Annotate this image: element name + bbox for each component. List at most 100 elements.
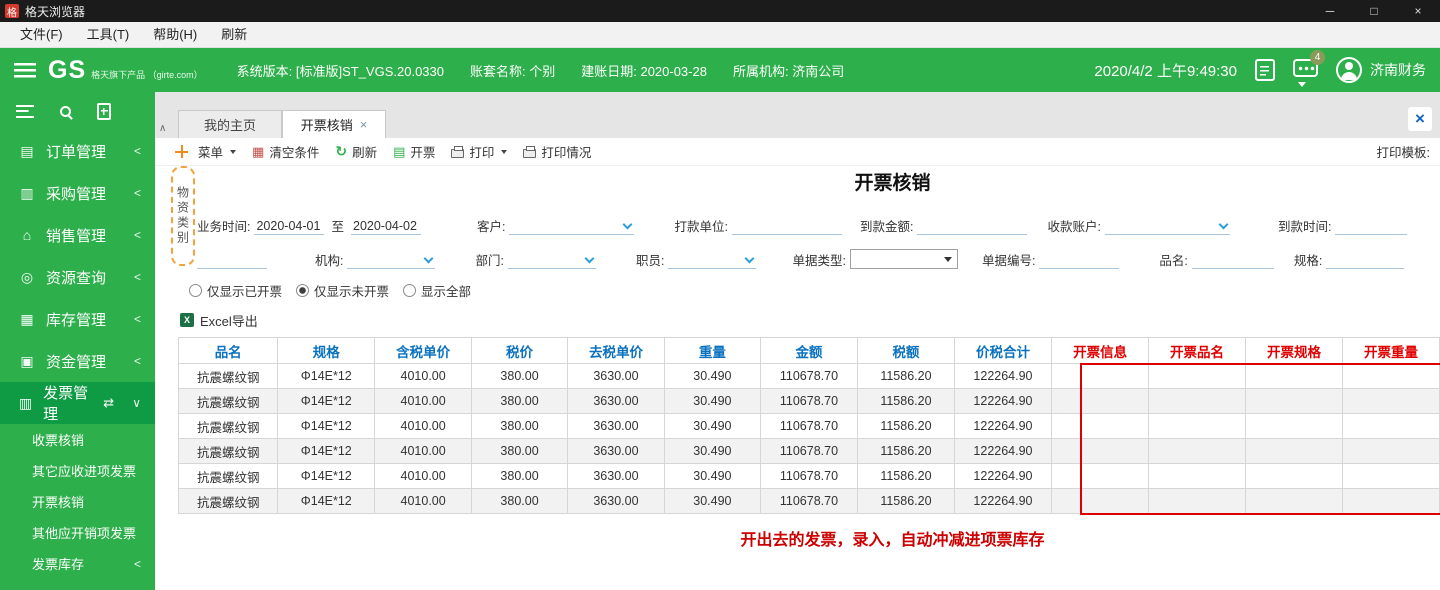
- sidebar-subitem-other-input-invoice[interactable]: 其它应收进项发票: [0, 455, 155, 486]
- window-title: 格天浏览器: [25, 4, 86, 19]
- tab-invoice-writeoff[interactable]: 开票核销 ×: [282, 110, 386, 138]
- scroll-up-icon[interactable]: ∧: [159, 123, 166, 134]
- account-dropdown[interactable]: [1104, 217, 1230, 235]
- table-cell: 3630.00: [566, 363, 665, 389]
- form-notes-icon[interactable]: [1255, 59, 1275, 81]
- print-button[interactable]: 打印: [451, 142, 508, 161]
- radio-show-invoiced[interactable]: 仅显示已开票: [189, 281, 282, 300]
- dept-dropdown[interactable]: [507, 251, 596, 269]
- minimize-button[interactable]: ─: [1308, 0, 1352, 22]
- table-cell: 3630.00: [566, 463, 665, 489]
- tab-home[interactable]: 我的主页: [178, 110, 282, 138]
- table-cell: 380.00: [471, 388, 568, 414]
- doc-type-select[interactable]: [849, 249, 958, 269]
- doc-no-input[interactable]: [1039, 251, 1120, 269]
- material-category-input[interactable]: [197, 251, 267, 269]
- table-row[interactable]: 抗震螺纹钢 Φ14E*12 4010.00 380.00 3630.00 30.490 11…: [177, 388, 1440, 414]
- column-header-5[interactable]: 去税单价: [566, 337, 665, 364]
- sidebar-subitem-other-output-invoice[interactable]: 其他应开销项发票: [0, 517, 155, 548]
- sidebar-item-label: 资金管理: [46, 353, 107, 371]
- column-header-13[interactable]: 开票重量: [1341, 337, 1440, 364]
- sidebar-item-inventory[interactable]: ▦ 库存管理 <: [0, 298, 155, 340]
- customer-dropdown[interactable]: [509, 217, 635, 235]
- tab-close-icon[interactable]: ×: [360, 117, 368, 132]
- radio-show-all[interactable]: 显示全部: [403, 281, 471, 300]
- new-document-icon[interactable]: [97, 102, 111, 120]
- sidebar-item-sales[interactable]: ⌂ 销售管理 <: [0, 214, 155, 256]
- sidebar-item-resources[interactable]: ◎ 资源查询 <: [0, 256, 155, 298]
- payer-input[interactable]: [731, 217, 842, 235]
- column-header-10[interactable]: 开票信息: [1051, 337, 1150, 364]
- sidebar-item-funds[interactable]: ▣ 资金管理 <: [0, 340, 155, 382]
- table-row[interactable]: 抗震螺纹钢 Φ14E*12 4010.00 380.00 3630.00 30.490 11…: [177, 413, 1440, 439]
- radio-show-uninvoiced[interactable]: 仅显示未开票: [296, 281, 389, 300]
- create-invoice-label: 开票: [410, 146, 436, 160]
- column-header-1[interactable]: 品名: [177, 337, 279, 364]
- close-window-button[interactable]: ×: [1396, 0, 1440, 22]
- column-header-8[interactable]: 税额: [857, 337, 955, 364]
- table-cell: 122264.90: [953, 413, 1053, 439]
- business-time-to-input[interactable]: [351, 217, 421, 235]
- menu-item-2[interactable]: 工具(T): [75, 22, 142, 48]
- menu-item-4[interactable]: 刷新: [209, 22, 259, 48]
- table-row[interactable]: 抗震螺纹钢 Φ14E*12 4010.00 380.00 3630.00 30.490 11…: [177, 363, 1440, 389]
- spec-input[interactable]: [1326, 251, 1405, 269]
- column-header-6[interactable]: 重量: [663, 337, 761, 364]
- sidebar-item-invoices[interactable]: ▥ 发票管理 ⇄ ∨: [0, 382, 155, 424]
- amount-input[interactable]: [917, 217, 1028, 235]
- sidebar-subitem-receipt-writeoff[interactable]: 收票核销: [0, 424, 155, 455]
- hamburger-menu-icon[interactable]: [14, 62, 36, 78]
- sidebar-subitem-invoice-writeoff[interactable]: 开票核销: [0, 486, 155, 517]
- product-input[interactable]: [1191, 251, 1274, 269]
- toolbar: 菜单 ▦ 清空条件 ↻ 刷新 ▤ 开票 打印 打印情况 打印模板:: [155, 138, 1440, 166]
- move-handle-icon[interactable]: [175, 145, 188, 158]
- menu-button[interactable]: 菜单: [198, 142, 237, 161]
- user-menu[interactable]: 济南财务: [1336, 57, 1426, 83]
- nav-list-icon[interactable]: [16, 104, 34, 118]
- menu-item-1[interactable]: 文件(F): [8, 22, 75, 48]
- business-time-from-input[interactable]: [254, 217, 325, 235]
- workspace: 物资类别 开票核销 业务时间: 至 客户: 打款单位: 到款金额: 收款账户:: [155, 166, 1440, 590]
- column-header-9[interactable]: 价税合计: [953, 337, 1053, 364]
- close-tab-button[interactable]: ×: [1408, 107, 1432, 131]
- print-status-button[interactable]: 打印情况: [523, 142, 591, 161]
- table-cell: 抗震螺纹钢: [177, 413, 279, 439]
- staff-dropdown[interactable]: [668, 251, 757, 269]
- table-cell: 抗震螺纹钢: [177, 363, 279, 389]
- column-header-12[interactable]: 开票规格: [1245, 337, 1343, 364]
- maximize-button[interactable]: □: [1352, 0, 1396, 22]
- doc-no-label: 单据编号:: [981, 254, 1036, 268]
- org-dropdown[interactable]: [347, 251, 436, 269]
- order-icon: ▤: [20, 142, 34, 159]
- radio-label: 仅显示已开票: [207, 284, 283, 299]
- search-icon[interactable]: [60, 105, 71, 117]
- create-invoice-button[interactable]: ▤ 开票: [393, 142, 435, 161]
- table-row[interactable]: 抗震螺纹钢 Φ14E*12 4010.00 380.00 3630.00 30.490 11…: [177, 488, 1440, 514]
- material-category-tag[interactable]: 物资类别: [171, 166, 195, 266]
- clear-filters-button[interactable]: ▦ 清空条件: [252, 142, 319, 161]
- swap-icon[interactable]: ⇄: [103, 395, 114, 411]
- messages-icon[interactable]: 4: [1293, 49, 1325, 82]
- table-cell: 11586.20: [857, 488, 955, 514]
- sidebar-item-purchase[interactable]: ▥ 采购管理 <: [0, 172, 155, 214]
- user-avatar-icon: [1336, 57, 1362, 83]
- menu-item-3[interactable]: 帮助(H): [141, 22, 209, 48]
- column-header-4[interactable]: 税价: [471, 337, 568, 364]
- table-row[interactable]: 抗震螺纹钢 Φ14E*12 4010.00 380.00 3630.00 30.490 11…: [177, 438, 1440, 464]
- table-cell: 抗震螺纹钢: [177, 463, 279, 489]
- arrival-time-input[interactable]: [1335, 217, 1408, 235]
- table-row[interactable]: 抗震螺纹钢 Φ14E*12 4010.00 380.00 3630.00 30.490 11…: [177, 463, 1440, 489]
- table-cell: 4010.00: [374, 363, 473, 389]
- column-header-7[interactable]: 金额: [759, 337, 859, 364]
- excel-export-button[interactable]: X Excel导出: [180, 311, 258, 329]
- sidebar-item-orders[interactable]: ▤ 订单管理 <: [0, 130, 155, 172]
- refresh-label: 刷新: [352, 146, 378, 160]
- radio-dot-icon: [189, 283, 202, 297]
- column-header-3[interactable]: 含税单价: [374, 337, 473, 364]
- table-cell: 30.490: [663, 413, 761, 439]
- column-header-2[interactable]: 规格: [277, 337, 376, 364]
- sidebar-subitem-invoice-stock[interactable]: 发票库存 <: [0, 548, 155, 579]
- table-cell: 30.490: [663, 438, 761, 464]
- column-header-11[interactable]: 开票品名: [1148, 337, 1247, 364]
- refresh-button[interactable]: ↻ 刷新: [335, 142, 377, 161]
